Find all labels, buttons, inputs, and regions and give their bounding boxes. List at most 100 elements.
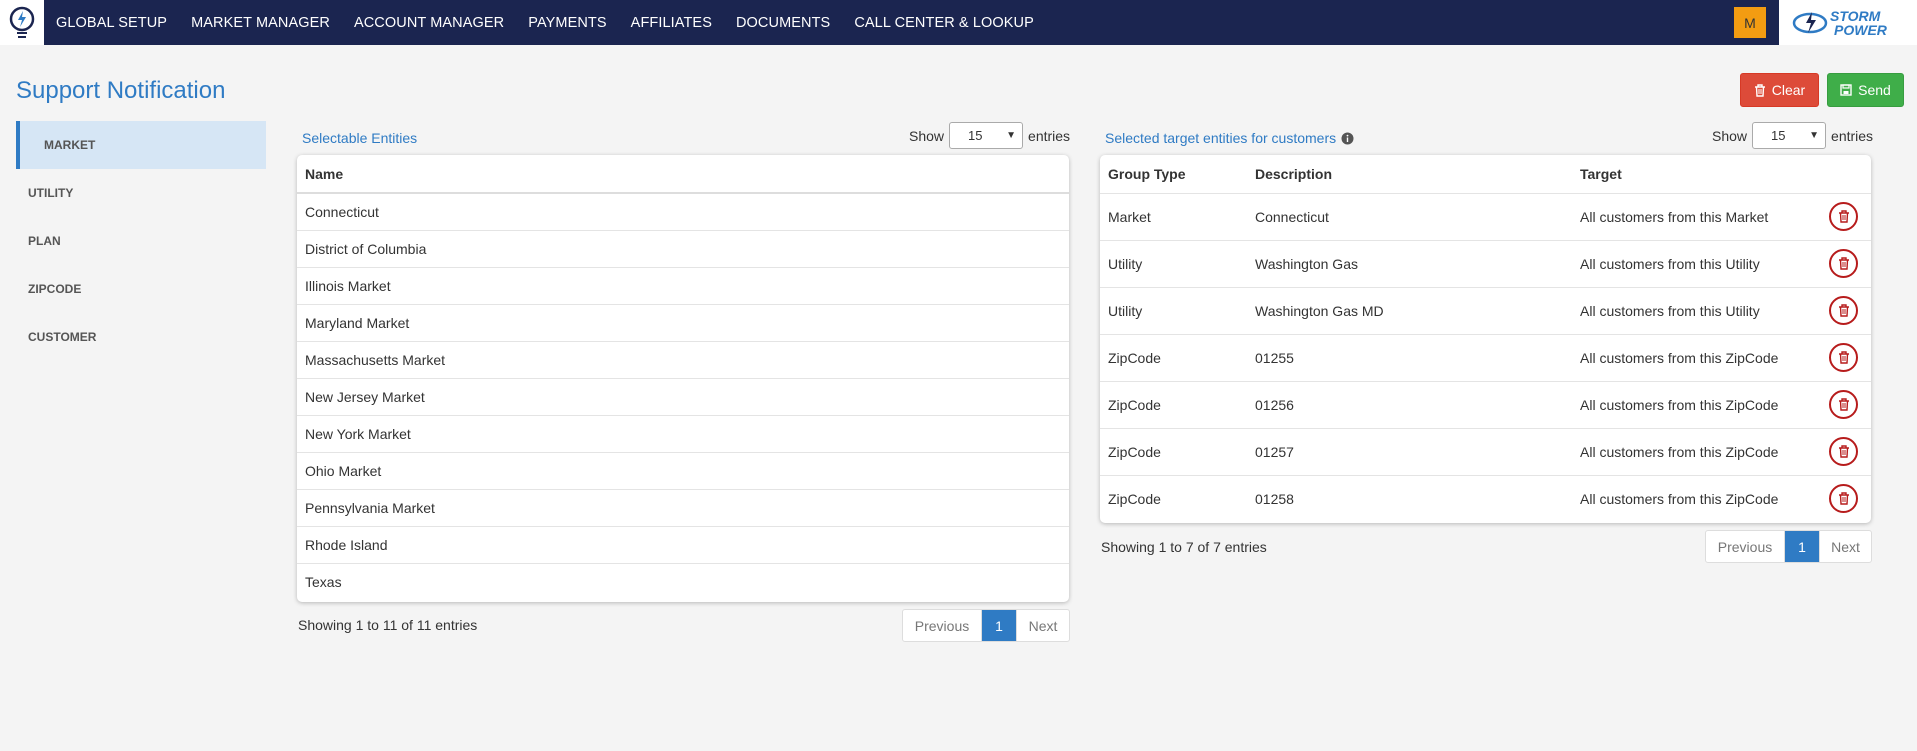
column-header-group-type[interactable]: Group Type bbox=[1100, 155, 1247, 193]
send-button[interactable]: Send bbox=[1827, 73, 1904, 107]
remove-target-button[interactable] bbox=[1829, 484, 1858, 514]
left-page-size-control: Show 15 ▼ entries bbox=[909, 122, 1070, 149]
column-header-name[interactable]: Name bbox=[297, 155, 1069, 194]
target-cell: All customers from this ZipCode bbox=[1572, 333, 1821, 381]
group-type-cell: ZipCode bbox=[1100, 380, 1247, 428]
target-cell: All customers from this ZipCode bbox=[1572, 474, 1821, 522]
nav-item-payments[interactable]: PAYMENTS bbox=[528, 15, 606, 31]
nav-item-account-manager[interactable]: ACCOUNT MANAGER bbox=[354, 15, 504, 31]
left-page-size-value: 15 bbox=[968, 128, 983, 143]
description-cell: 01257 bbox=[1247, 427, 1572, 475]
trash-icon bbox=[1838, 304, 1849, 317]
entity-name-cell: Ohio Market bbox=[297, 451, 1069, 489]
actions-cell bbox=[1821, 474, 1871, 522]
table-row[interactable]: Connecticut bbox=[297, 193, 1069, 230]
actions-cell bbox=[1821, 239, 1871, 287]
info-icon[interactable] bbox=[1341, 132, 1354, 145]
remove-target-button[interactable] bbox=[1829, 437, 1858, 466]
brand-logo[interactable] bbox=[0, 0, 44, 45]
table-row[interactable]: New Jersey Market bbox=[297, 377, 1069, 415]
table-row: Utility Washington Gas MD All customers fr… bbox=[1100, 286, 1871, 334]
remove-target-button[interactable] bbox=[1829, 390, 1858, 419]
target-cell: All customers from this Utility bbox=[1572, 239, 1821, 287]
table-row[interactable]: Texas bbox=[297, 562, 1069, 600]
nav-item-documents[interactable]: DOCUMENTS bbox=[736, 15, 830, 31]
description-cell: 01256 bbox=[1247, 380, 1572, 428]
column-header-actions bbox=[1821, 155, 1871, 193]
trash-icon bbox=[1838, 445, 1849, 458]
top-navbar: GLOBAL SETUP MARKET MANAGER ACCOUNT MANAGE… bbox=[0, 0, 1917, 45]
group-type-cell: Utility bbox=[1100, 239, 1247, 287]
remove-target-button[interactable] bbox=[1829, 202, 1858, 231]
right-table-info: Showing 1 to 7 of 7 entries bbox=[1101, 539, 1267, 555]
sidebar-item-plan[interactable]: PLAN bbox=[16, 217, 266, 265]
trash-icon bbox=[1838, 398, 1849, 411]
previous-page-button[interactable]: Previous bbox=[903, 610, 982, 641]
nav-item-global-setup[interactable]: GLOBAL SETUP bbox=[56, 15, 167, 31]
chevron-down-icon: ▼ bbox=[1006, 130, 1017, 141]
page-1-button[interactable]: 1 bbox=[1785, 531, 1819, 562]
main-menu: GLOBAL SETUP MARKET MANAGER ACCOUNT MANAGE… bbox=[44, 0, 1058, 45]
target-cell: All customers from this Utility bbox=[1572, 286, 1821, 334]
target-cell: All customers from this ZipCode bbox=[1572, 427, 1821, 475]
actions-cell bbox=[1821, 333, 1871, 381]
nav-item-market-manager[interactable]: MARKET MANAGER bbox=[191, 15, 330, 31]
entries-label: entries bbox=[1028, 127, 1071, 144]
sidebar-item-customer[interactable]: CUSTOMER bbox=[16, 313, 266, 361]
right-page-size-control: Show 15 ▼ entries bbox=[1712, 122, 1873, 149]
right-page-size-value: 15 bbox=[1771, 128, 1786, 143]
sidebar-item-utility[interactable]: UTILITY bbox=[16, 169, 266, 217]
table-row[interactable]: District of Columbia bbox=[297, 229, 1069, 267]
company-logo: STORM POWER bbox=[1779, 0, 1917, 45]
description-cell: Washington Gas bbox=[1247, 239, 1572, 287]
save-icon bbox=[1840, 84, 1852, 96]
actions-cell bbox=[1821, 427, 1871, 475]
table-header-row: Group Type Description Target bbox=[1100, 155, 1871, 193]
selected-targets-label: Selected target entities for customers bbox=[1105, 130, 1337, 146]
group-type-cell: ZipCode bbox=[1100, 474, 1247, 522]
show-label: Show bbox=[909, 127, 945, 144]
remove-target-button[interactable] bbox=[1829, 296, 1858, 325]
sidebar-item-market[interactable]: MARKET bbox=[16, 121, 266, 169]
table-row[interactable]: Pennsylvania Market bbox=[297, 488, 1069, 526]
previous-page-button[interactable]: Previous bbox=[1706, 531, 1785, 562]
entity-name-cell: New York Market bbox=[297, 414, 1069, 452]
trash-icon bbox=[1838, 351, 1849, 364]
table-row[interactable]: New York Market bbox=[297, 414, 1069, 452]
logo-line2: POWER bbox=[1834, 22, 1888, 38]
right-page-size-select[interactable]: 15 ▼ bbox=[1752, 122, 1827, 149]
description-cell: Washington Gas MD bbox=[1247, 286, 1572, 334]
page-1-button[interactable]: 1 bbox=[982, 610, 1016, 641]
user-initial: M bbox=[1744, 14, 1756, 31]
table-row: ZipCode 01258 All customers from this ZipC… bbox=[1100, 474, 1871, 522]
nav-item-affiliates[interactable]: AFFILIATES bbox=[631, 15, 712, 31]
next-page-button[interactable]: Next bbox=[1819, 531, 1871, 562]
table-row[interactable]: Ohio Market bbox=[297, 451, 1069, 489]
table-row[interactable]: Massachusetts Market bbox=[297, 340, 1069, 378]
entity-name-cell: Rhode Island bbox=[297, 525, 1069, 563]
trash-icon bbox=[1838, 257, 1849, 270]
description-cell: 01255 bbox=[1247, 333, 1572, 381]
clear-button-label: Clear bbox=[1771, 82, 1806, 98]
table-row[interactable]: Illinois Market bbox=[297, 266, 1069, 304]
clear-button[interactable]: Clear bbox=[1740, 73, 1819, 107]
trash-icon bbox=[1754, 83, 1765, 97]
next-page-button[interactable]: Next bbox=[1016, 610, 1069, 641]
left-page-size-select[interactable]: 15 ▼ bbox=[949, 122, 1024, 149]
nav-item-call-center-lookup[interactable]: CALL CENTER & LOOKUP bbox=[854, 15, 1034, 31]
column-header-target[interactable]: Target bbox=[1572, 155, 1821, 193]
selected-targets-table: Group Type Description Target Market Conn… bbox=[1100, 155, 1871, 523]
table-row: ZipCode 01256 All customers from this ZipC… bbox=[1100, 380, 1871, 428]
entries-label: entries bbox=[1831, 127, 1874, 144]
table-row[interactable]: Rhode Island bbox=[297, 525, 1069, 563]
sidebar-item-zipcode[interactable]: ZIPCODE bbox=[16, 265, 266, 313]
target-cell: All customers from this Market bbox=[1572, 192, 1821, 240]
user-menu-button[interactable]: M bbox=[1734, 7, 1766, 38]
entity-name-cell: Connecticut bbox=[305, 203, 379, 220]
remove-target-button[interactable] bbox=[1829, 249, 1858, 278]
column-header-description[interactable]: Description bbox=[1247, 155, 1572, 193]
selectable-entities-label: Selectable Entities bbox=[302, 130, 418, 146]
remove-target-button[interactable] bbox=[1829, 343, 1858, 372]
table-row[interactable]: Maryland Market bbox=[297, 303, 1069, 341]
table-header-row: Name bbox=[297, 155, 1069, 194]
